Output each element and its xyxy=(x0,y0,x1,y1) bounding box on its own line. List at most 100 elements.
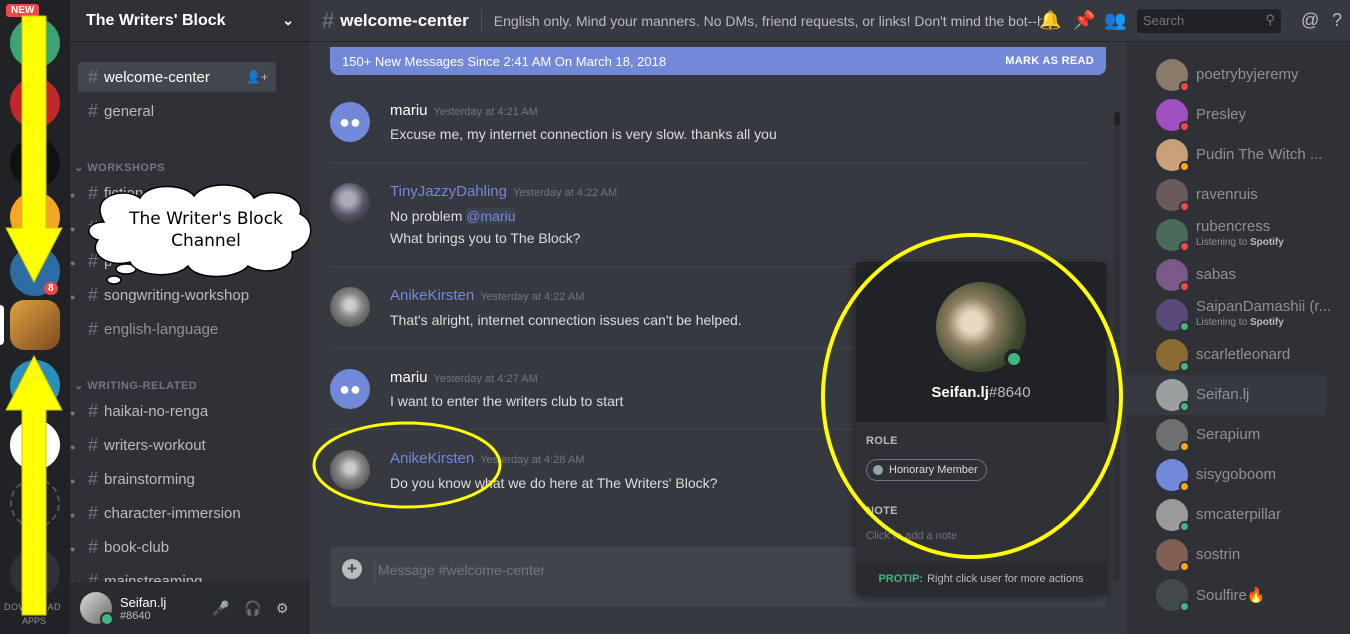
bell-icon[interactable]: 🔔 xyxy=(1039,10,1061,31)
timestamp: Yesterday at 4:22 AM xyxy=(513,187,618,199)
server-icon[interactable] xyxy=(10,360,60,410)
avatar[interactable] xyxy=(330,450,370,490)
channel-character-immersion[interactable]: # character-immersion xyxy=(78,498,276,528)
new-messages-bar[interactable]: 150+ New Messages Since 2:41 AM On March… xyxy=(330,47,1106,75)
upload-plus-icon[interactable]: + xyxy=(342,559,362,579)
member-item[interactable]: sisygoboom xyxy=(1126,455,1326,495)
member-list-icon[interactable]: 👥 xyxy=(1104,10,1126,31)
member-item[interactable]: ravenruis xyxy=(1126,175,1326,215)
channel-songwriting-workshop[interactable]: # songwriting-workshop xyxy=(78,280,276,310)
scrollbar-thumb[interactable] xyxy=(1114,112,1120,126)
member-item[interactable]: rubencress Listening to Spotify xyxy=(1126,215,1326,255)
role-color-dot xyxy=(873,465,883,475)
hash-icon: # xyxy=(88,250,99,271)
server-header[interactable]: The Writers' Block ⌄ xyxy=(70,0,310,42)
avatar[interactable] xyxy=(330,183,370,223)
popout-username: Seifan.lj#8640 xyxy=(931,384,1031,401)
channel-general[interactable]: # general xyxy=(78,96,276,126)
hash-icon: # xyxy=(88,216,99,237)
gear-icon[interactable]: ⚙ xyxy=(276,600,289,617)
message-text: I want to enter the writers club to star… xyxy=(390,393,624,409)
message-author[interactable]: AnikeKirsten Yesterday at 4:28 AM xyxy=(390,450,584,467)
member-item[interactable]: poetrybyjeremy xyxy=(1126,55,1326,95)
channel-header: # welcome-center English only. Mind your… xyxy=(310,0,1350,42)
server-rail: NEW 8 DOWNLOAD APPS xyxy=(0,0,70,634)
role-name: Honorary Member xyxy=(889,464,978,476)
hash-icon: # xyxy=(88,100,99,121)
server-icon[interactable] xyxy=(10,18,60,68)
help-icon[interactable]: ? xyxy=(1332,10,1342,31)
hash-icon: # xyxy=(88,536,99,557)
member-item[interactable]: Serapium xyxy=(1126,415,1326,455)
avatar[interactable] xyxy=(80,592,114,626)
channel-label: fiction-w xyxy=(104,184,160,202)
unread-dot: ● xyxy=(70,408,76,418)
member-item[interactable]: Pudin The Witch ... xyxy=(1126,135,1326,175)
note-input[interactable]: Click to add a note xyxy=(866,530,957,542)
online-status-icon xyxy=(1004,349,1024,369)
role-badge[interactable]: Honorary Member xyxy=(866,459,987,481)
server-icon[interactable] xyxy=(10,420,60,470)
channel-haikai-no-renga[interactable]: # haikai-no-renga xyxy=(78,396,276,426)
channel-sidebar: The Writers' Block ⌄ # welcome-center 👤+… xyxy=(70,0,310,634)
search-input[interactable]: Search ⚲ xyxy=(1137,9,1281,33)
hash-icon: # xyxy=(88,66,99,87)
category-workshops[interactable]: ⌄ WORKSHOPS xyxy=(74,161,165,174)
member-name: scarletleonard xyxy=(1196,346,1291,363)
channel-topic[interactable]: English only. Mind your manners. No DMs,… xyxy=(494,13,1042,29)
protip-footer: PROTIP: Right click user for more action… xyxy=(856,562,1106,596)
channel-label: welcome-center xyxy=(104,68,210,86)
message-author[interactable]: TinyJazzyDahling Yesterday at 4:22 AM xyxy=(390,183,617,200)
pin-icon[interactable]: 📌 xyxy=(1073,10,1095,31)
status-online-icon xyxy=(1179,321,1190,332)
category-writing-related[interactable]: ⌄ WRITING-RELATED xyxy=(74,379,197,392)
channel-welcome-center[interactable]: # welcome-center 👤+ xyxy=(78,62,276,92)
download-apps-button[interactable] xyxy=(10,548,60,598)
locked-hash-icon: # xyxy=(88,434,99,455)
member-item[interactable]: scarletleonard xyxy=(1126,335,1326,375)
status-online-icon xyxy=(1179,401,1190,412)
message-text: What brings you to The Block? xyxy=(390,230,581,246)
invite-user-icon[interactable]: 👤+ xyxy=(246,70,268,84)
mute-microphone-icon[interactable]: 🎤 xyxy=(212,600,229,617)
server-name: The Writers' Block xyxy=(86,11,226,29)
member-name: Soulfire🔥 xyxy=(1196,587,1266,604)
member-item[interactable]: sostrin xyxy=(1126,535,1326,575)
channel-label: haikai-no-renga xyxy=(104,402,209,420)
mention-icon[interactable]: @ xyxy=(1301,10,1319,31)
message-author[interactable]: mariu Yesterday at 4:27 AM xyxy=(390,369,538,386)
user-mention[interactable]: @mariu xyxy=(466,208,516,224)
channel-english-language[interactable]: # english-language xyxy=(78,314,276,344)
headphones-icon[interactable]: 🎧 xyxy=(244,600,261,617)
member-list: poetrybyjeremy Presley Pudin The Witch ...… xyxy=(1126,42,1350,634)
avatar[interactable]: ●​● xyxy=(330,102,370,142)
scrollbar[interactable] xyxy=(1114,112,1120,582)
server-icon[interactable] xyxy=(10,78,60,128)
bubble-line: Channel xyxy=(171,231,241,251)
add-server-button[interactable] xyxy=(10,478,60,528)
avatar[interactable] xyxy=(330,287,370,327)
channel-brainstorming[interactable]: # brainstorming xyxy=(78,464,276,494)
channel-fiction-workshop[interactable]: # fiction-w xyxy=(78,178,276,208)
member-item[interactable]: Seifan.lj xyxy=(1126,375,1326,415)
member-item[interactable]: sabas xyxy=(1126,255,1326,295)
server-icon[interactable] xyxy=(10,192,60,242)
member-item[interactable]: smcaterpillar xyxy=(1126,495,1326,535)
user-tag: #8640 xyxy=(120,609,151,622)
member-item[interactable]: SaipanDamashii (r... Listening to Spotify xyxy=(1126,295,1331,335)
server-icon[interactable] xyxy=(10,138,60,188)
channel-label: book-club xyxy=(104,538,170,556)
unread-dot: ● xyxy=(70,544,76,554)
channel-label: writers-workout xyxy=(104,436,206,454)
avatar[interactable]: ●​● xyxy=(330,369,370,409)
timestamp: Yesterday at 4:28 AM xyxy=(480,454,585,466)
status-online-icon xyxy=(1179,361,1190,372)
message-author[interactable]: AnikeKirsten Yesterday at 4:22 AM xyxy=(390,287,584,304)
mark-as-read-button[interactable]: MARK AS READ xyxy=(1005,55,1094,67)
member-item[interactable]: Presley xyxy=(1126,95,1326,135)
writers-block-server-icon[interactable] xyxy=(10,300,60,350)
channel-writers-workout[interactable]: # writers-workout xyxy=(78,430,276,460)
member-item[interactable]: Soulfire🔥 xyxy=(1126,575,1326,615)
message-author[interactable]: mariu Yesterday at 4:21 AM xyxy=(390,102,538,119)
channel-book-club[interactable]: # book-club xyxy=(78,532,276,562)
